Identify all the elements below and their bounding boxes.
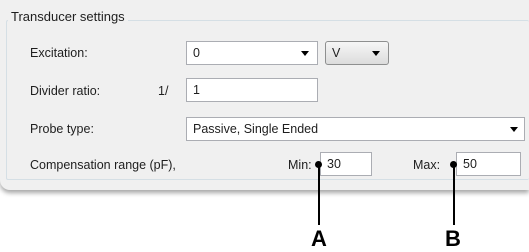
chevron-down-icon bbox=[301, 51, 309, 56]
probe-type-dropdown[interactable]: Passive, Single Ended bbox=[186, 117, 525, 141]
callout-b-label: B bbox=[445, 226, 461, 251]
max-compensation-input[interactable]: 50 bbox=[456, 152, 521, 176]
probe-type-value: Passive, Single Ended bbox=[193, 122, 319, 136]
compensation-range-label: Compensation range (pF), bbox=[30, 158, 176, 172]
min-label: Min: bbox=[288, 158, 312, 172]
excitation-unit-text: V bbox=[332, 46, 341, 60]
max-compensation-value: 50 bbox=[463, 157, 477, 171]
excitation-label: Excitation: bbox=[30, 46, 88, 60]
chevron-down-icon bbox=[372, 51, 380, 56]
callout-b-line bbox=[453, 165, 455, 225]
excitation-value-dropdown[interactable]: 0 bbox=[186, 41, 318, 65]
min-compensation-input[interactable]: 30 bbox=[320, 152, 372, 176]
group-title: Transducer settings bbox=[8, 9, 128, 24]
probe-type-label: Probe type: bbox=[30, 122, 94, 136]
excitation-value-text: 0 bbox=[193, 46, 200, 60]
chevron-down-icon bbox=[510, 127, 518, 132]
divider-ratio-value: 1 bbox=[193, 83, 200, 97]
divider-ratio-input[interactable]: 1 bbox=[186, 78, 318, 102]
divider-ratio-label: Divider ratio: bbox=[30, 84, 101, 98]
max-label: Max: bbox=[413, 158, 441, 172]
callout-a-line bbox=[318, 165, 320, 225]
min-compensation-value: 30 bbox=[327, 157, 341, 171]
callout-a-label: A bbox=[311, 226, 327, 251]
divider-ratio-prefix: 1/ bbox=[158, 84, 169, 98]
excitation-unit-dropdown[interactable]: V bbox=[325, 41, 389, 65]
